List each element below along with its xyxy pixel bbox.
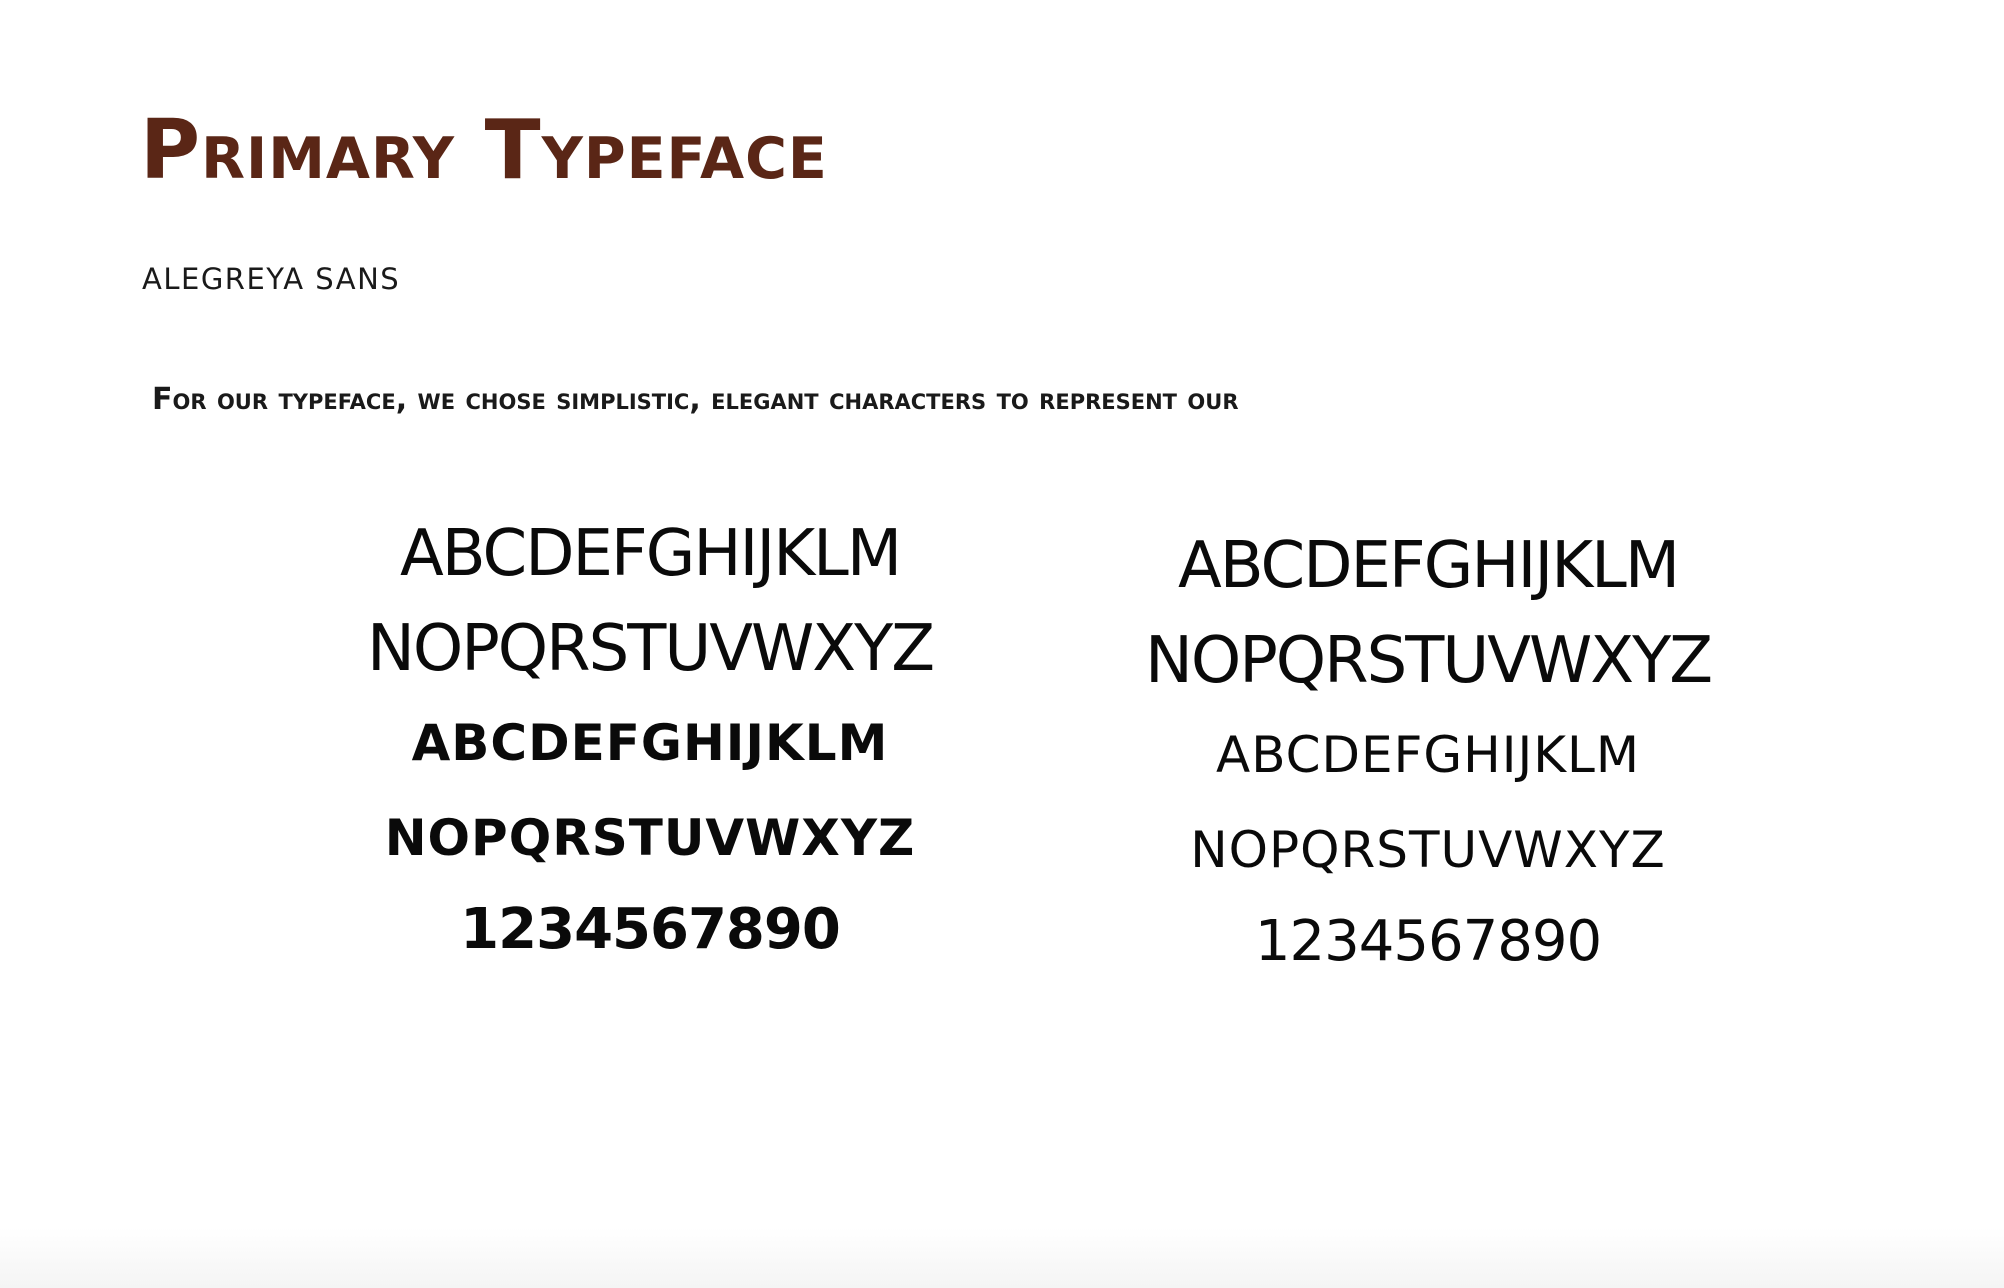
specimen-left-smallcaps-n-z: NOPQRSTUVWXYZ: [384, 809, 916, 867]
specimen-right-uppercase-n-z: NOPQRSTUVWXYZ: [1144, 624, 1713, 698]
typeface-name: ALEGREYA SANS: [142, 262, 401, 296]
specimen-left-digits: 1234567890: [460, 897, 841, 962]
specimen-right-smallcaps-a-m: ABCDEFGHIJKLM: [1215, 726, 1640, 784]
specimen-right-uppercase-a-m: ABCDEFGHIJKLM: [1177, 529, 1680, 603]
page-title: Primary Typeface: [140, 103, 828, 198]
specimen-left: ABCDEFGHIJKLM NOPQRSTUVWXYZ ABCDEFGHIJKL…: [340, 522, 960, 997]
intro-text: For our typeface, we chose simplistic, e…: [152, 382, 1239, 417]
specimen-left-uppercase-n-z: NOPQRSTUVWXYZ: [366, 612, 935, 686]
specimen-left-smallcaps-a-m: ABCDEFGHIJKLM: [411, 714, 889, 772]
specimen-left-uppercase-a-m: ABCDEFGHIJKLM: [399, 517, 902, 591]
document-page: Primary Typeface ALEGREYA SANS For our t…: [0, 0, 2004, 1288]
specimen-right-smallcaps-n-z: NOPQRSTUVWXYZ: [1190, 821, 1666, 879]
specimen-right: ABCDEFGHIJKLM NOPQRSTUVWXYZ ABCDEFGHIJKL…: [1118, 534, 1738, 1009]
page-bottom-edge: [0, 1228, 2004, 1288]
specimen-right-digits: 1234567890: [1254, 909, 1602, 974]
